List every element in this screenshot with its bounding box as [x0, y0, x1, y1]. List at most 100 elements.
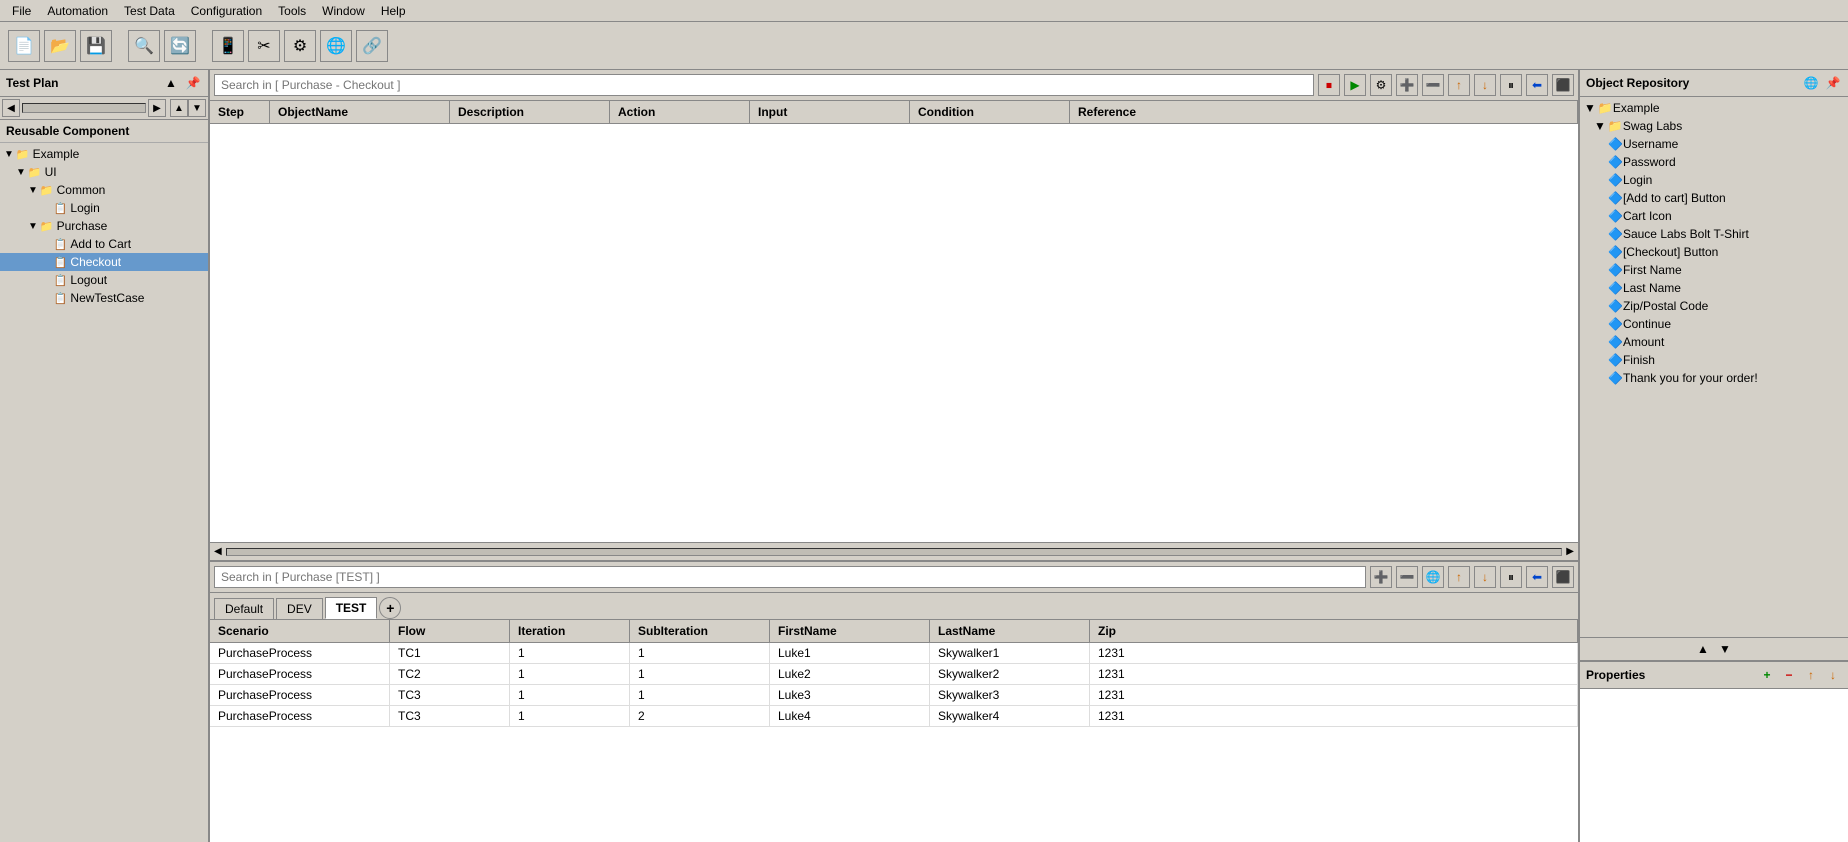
repo-globe-btn[interactable]: 🌐: [1802, 74, 1820, 92]
repo-item-amount[interactable]: 🔷 Amount: [1580, 333, 1848, 351]
scroll-left[interactable]: ◀: [2, 99, 20, 117]
repo-item-thankyou[interactable]: 🔷 Thank you for your order!: [1580, 369, 1848, 387]
open-button[interactable]: 📂: [44, 30, 76, 62]
tab-dev[interactable]: DEV: [276, 598, 323, 619]
link-button[interactable]: 🔗: [356, 30, 388, 62]
repo-item-finish[interactable]: 🔷 Finish: [1580, 351, 1848, 369]
repo-item-username[interactable]: 🔷 Username: [1580, 135, 1848, 153]
refresh-button[interactable]: 🔄: [164, 30, 196, 62]
settings-button[interactable]: ⚙: [284, 30, 316, 62]
run-button[interactable]: ▶: [1344, 74, 1366, 96]
tree-item-purchase[interactable]: ▼ 📁 Purchase: [0, 217, 208, 235]
tree-item-login[interactable]: ▶ 📋 Login: [0, 199, 208, 217]
repo-item-firstname[interactable]: 🔷 First Name: [1580, 261, 1848, 279]
move-up-step-btn[interactable]: ↑: [1448, 74, 1470, 96]
props-remove-btn[interactable]: −: [1780, 666, 1798, 684]
lower-down-btn[interactable]: ↓: [1474, 566, 1496, 588]
tree-item-addtocart[interactable]: ▶ 📋 Add to Cart: [0, 235, 208, 253]
tree-item-common[interactable]: ▼ 📁 Common: [0, 181, 208, 199]
scroll-right[interactable]: ▶: [148, 99, 166, 117]
move-down-step-btn[interactable]: ↓: [1474, 74, 1496, 96]
repo-item-carticon[interactable]: 🔷 Cart Icon: [1580, 207, 1848, 225]
settings-run-btn[interactable]: ⚙: [1370, 74, 1392, 96]
menu-automation[interactable]: Automation: [39, 2, 116, 20]
repo-item-swaglabs[interactable]: ▼ 📁 Swag Labs: [1580, 117, 1848, 135]
tree-item-newtestcase[interactable]: ▶ 📋 NewTestCase: [0, 289, 208, 307]
repo-item-addtocart-btn[interactable]: 🔷 [Add to cart] Button: [1580, 189, 1848, 207]
panel-up-btn[interactable]: ▲: [162, 74, 180, 92]
divider-down[interactable]: ▼: [1716, 640, 1734, 658]
lower-pause-btn[interactable]: ⏸: [1500, 566, 1522, 588]
lower-grid-row-3[interactable]: PurchaseProcessTC312Luke4Skywalker41231: [210, 706, 1578, 727]
lower-grid-row-1[interactable]: PurchaseProcessTC211Luke2Skywalker21231: [210, 664, 1578, 685]
tree-item-ui[interactable]: ▼ 📁 UI: [0, 163, 208, 181]
center-panel: ⏹ ▶ ⚙ ➕ ➖ ↑ ↓ ⏸ ⬅ ⬛ Step ObjectName Desc…: [210, 70, 1578, 842]
lower-add-btn[interactable]: ➕: [1370, 566, 1392, 588]
menu-configuration[interactable]: Configuration: [183, 2, 270, 20]
lower-globe-btn[interactable]: 🌐: [1422, 566, 1444, 588]
scroll-right-btn[interactable]: ▶: [1562, 544, 1578, 559]
import-btn[interactable]: ⬅: [1526, 74, 1548, 96]
crop-button[interactable]: ✂: [248, 30, 280, 62]
menu-window[interactable]: Window: [314, 2, 373, 20]
globe-button[interactable]: 🌐: [320, 30, 352, 62]
repo-item-product[interactable]: 🔷 Sauce Labs Bolt T-Shirt: [1580, 225, 1848, 243]
lower-up-btn[interactable]: ↑: [1448, 566, 1470, 588]
lower-search-input[interactable]: [214, 566, 1366, 588]
menu-file[interactable]: File: [4, 2, 39, 20]
repo-item-zip[interactable]: 🔷 Zip/Postal Code: [1580, 297, 1848, 315]
test-plan-title: Test Plan: [6, 76, 58, 90]
lower-grid-row-0[interactable]: PurchaseProcessTC111Luke1Skywalker11231: [210, 643, 1578, 664]
repo-label-carticon: Cart Icon: [1623, 209, 1672, 223]
props-add-btn[interactable]: +: [1758, 666, 1776, 684]
repo-item-example[interactable]: ▼ 📁 Example: [1580, 99, 1848, 117]
save-button[interactable]: 💾: [80, 30, 112, 62]
tree-item-logout[interactable]: ▶ 📋 Logout: [0, 271, 208, 289]
expand-repo-example[interactable]: ▼: [1584, 101, 1596, 115]
repo-item-lastname[interactable]: 🔷 Last Name: [1580, 279, 1848, 297]
repo-item-checkout-btn[interactable]: 🔷 [Checkout] Button: [1580, 243, 1848, 261]
menu-help[interactable]: Help: [373, 2, 414, 20]
expand-purchase[interactable]: ▼: [28, 221, 38, 232]
props-down-btn[interactable]: ↓: [1824, 666, 1842, 684]
repo-label-password: Password: [1623, 155, 1676, 169]
lower-remove-btn[interactable]: ➖: [1396, 566, 1418, 588]
repo-pin-btn[interactable]: 📌: [1824, 74, 1842, 92]
lower-grid-row-2[interactable]: PurchaseProcessTC311Luke3Skywalker31231: [210, 685, 1578, 706]
add-step-btn[interactable]: ➕: [1396, 74, 1418, 96]
lower-maximize-btn[interactable]: ⬛: [1552, 566, 1574, 588]
repo-item-login[interactable]: 🔷 Login: [1580, 171, 1848, 189]
pause-btn[interactable]: ⏸: [1500, 74, 1522, 96]
props-up-btn[interactable]: ↑: [1802, 666, 1820, 684]
divider-up[interactable]: ▲: [1694, 640, 1712, 658]
device-button[interactable]: 📱: [212, 30, 244, 62]
expand-repo-swaglabs[interactable]: ▼: [1594, 119, 1606, 133]
new-button[interactable]: 📄: [8, 30, 40, 62]
expand-ui[interactable]: ▼: [16, 167, 26, 178]
tab-default[interactable]: Default: [214, 598, 274, 619]
obj-icon-carticon: 🔷: [1608, 209, 1623, 223]
scroll-left-btn[interactable]: ◀: [210, 544, 226, 559]
menu-testdata[interactable]: Test Data: [116, 2, 183, 20]
search-button[interactable]: 🔍: [128, 30, 160, 62]
remove-step-btn[interactable]: ➖: [1422, 74, 1444, 96]
tab-add-btn[interactable]: +: [379, 597, 401, 619]
repo-item-continue[interactable]: 🔷 Continue: [1580, 315, 1848, 333]
obj-icon-username: 🔷: [1608, 137, 1623, 151]
expand-common[interactable]: ▼: [28, 185, 38, 196]
panel-pin-btn[interactable]: 📌: [184, 74, 202, 92]
object-repository-title: Object Repository: [1586, 76, 1689, 90]
maximize-btn[interactable]: ⬛: [1552, 74, 1574, 96]
menu-tools[interactable]: Tools: [270, 2, 314, 20]
tree-item-checkout[interactable]: ▶ 📋 Checkout: [0, 253, 208, 271]
tree-item-example[interactable]: ▼ 📁 Example: [0, 145, 208, 163]
expand-example[interactable]: ▼: [4, 149, 14, 160]
tab-test[interactable]: TEST: [325, 597, 378, 619]
stop-button[interactable]: ⏹: [1318, 74, 1340, 96]
scroll-up[interactable]: ▲: [170, 99, 188, 117]
repo-item-password[interactable]: 🔷 Password: [1580, 153, 1848, 171]
page-icon-logout: 📋: [54, 274, 68, 287]
scroll-down[interactable]: ▼: [188, 99, 206, 117]
upper-search-input[interactable]: [214, 74, 1314, 96]
lower-import-btn[interactable]: ⬅: [1526, 566, 1548, 588]
